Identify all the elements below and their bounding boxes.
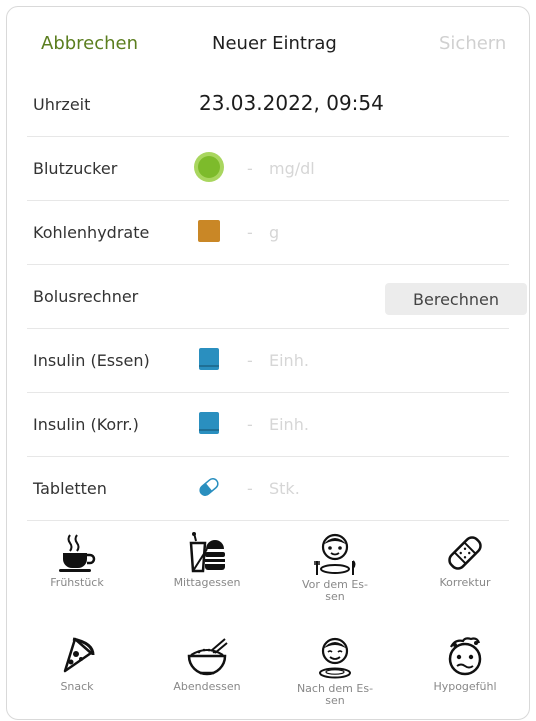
save-button[interactable]: Sichern: [439, 33, 506, 54]
insulin-meal-dash: -: [247, 351, 253, 370]
insulin-meal-unit[interactable]: Einh.: [269, 351, 309, 370]
glucose-row[interactable]: Blutzucker - mg/dl: [7, 137, 529, 201]
hypo-face-icon: [448, 637, 482, 676]
insulin-corr-label: Insulin (Korr.): [33, 415, 139, 434]
dinner-bowl-icon: [187, 638, 228, 676]
lunch-icon: [189, 532, 225, 573]
category-label: Hypogefühl: [433, 680, 497, 693]
entry-screen: Abbrechen Neuer Eintrag Sichern Uhrzeit …: [6, 6, 530, 720]
after-meal-icon: [319, 637, 351, 679]
category-label: Abendessen: [173, 680, 241, 693]
pill-icon: [199, 478, 219, 496]
category-label: Snack: [60, 680, 94, 693]
tablets-dash: -: [247, 479, 253, 498]
bolus-label: Bolusrechner: [33, 287, 139, 306]
bandage-icon: [448, 536, 482, 570]
pizza-slice-icon: [63, 637, 95, 673]
insulin-pen-icon: [199, 348, 219, 370]
tablets-row[interactable]: Tabletten - Stk.: [7, 457, 529, 521]
before-meal-icon: [314, 533, 356, 575]
cancel-button[interactable]: Abbrechen: [41, 33, 138, 54]
category-label: Korrektur: [439, 576, 491, 589]
page-title: Neuer Eintrag: [212, 33, 337, 54]
category-grid: Frühstück Mittagessen Vor dem Es- sen Ko…: [7, 523, 529, 719]
time-value[interactable]: 23.03.2022, 09:54: [199, 91, 384, 115]
carbs-dash: -: [247, 223, 253, 242]
insulin-corr-unit[interactable]: Einh.: [269, 415, 309, 434]
calculate-button[interactable]: Berechnen: [385, 283, 527, 315]
glucose-label: Blutzucker: [33, 159, 118, 178]
category-label: Mittagessen: [173, 576, 241, 589]
category-snack[interactable]: Snack: [17, 627, 137, 717]
time-row[interactable]: Uhrzeit 23.03.2022, 09:54: [7, 73, 529, 137]
category-dinner[interactable]: Abendessen: [147, 627, 267, 717]
category-label: Nach dem Es- sen: [296, 682, 374, 707]
category-lunch[interactable]: Mittagessen: [147, 523, 267, 613]
category-before-meal[interactable]: Vor dem Es- sen: [275, 523, 395, 613]
coffee-cup-icon: [59, 534, 96, 572]
divider: [27, 520, 509, 521]
navigation-bar: Abbrechen Neuer Eintrag Sichern: [7, 7, 529, 73]
insulin-correction-row[interactable]: Insulin (Korr.) - Einh.: [7, 393, 529, 457]
category-label: Frühstück: [50, 576, 104, 589]
insulin-corr-dash: -: [247, 415, 253, 434]
glucose-icon: [194, 152, 224, 182]
insulin-meal-row[interactable]: Insulin (Essen) - Einh.: [7, 329, 529, 393]
carbs-label: Kohlenhydrate: [33, 223, 150, 242]
carbs-row[interactable]: Kohlenhydrate - g: [7, 201, 529, 265]
bolus-calculator-row: Bolusrechner Berechnen: [7, 265, 529, 329]
category-breakfast[interactable]: Frühstück: [17, 523, 137, 613]
carbs-unit[interactable]: g: [269, 223, 279, 242]
tablets-label: Tabletten: [33, 479, 107, 498]
carbs-icon: [198, 220, 220, 242]
category-hypo[interactable]: Hypogefühl: [405, 627, 525, 717]
category-after-meal[interactable]: Nach dem Es- sen: [275, 627, 395, 717]
category-correction[interactable]: Korrektur: [405, 523, 525, 613]
glucose-unit[interactable]: mg/dl: [269, 159, 315, 178]
insulin-pen-icon: [199, 412, 219, 434]
time-label: Uhrzeit: [33, 95, 91, 114]
insulin-meal-label: Insulin (Essen): [33, 351, 150, 370]
tablets-unit[interactable]: Stk.: [269, 479, 300, 498]
category-label: Vor dem Es- sen: [301, 578, 369, 603]
glucose-dash: -: [247, 159, 253, 178]
